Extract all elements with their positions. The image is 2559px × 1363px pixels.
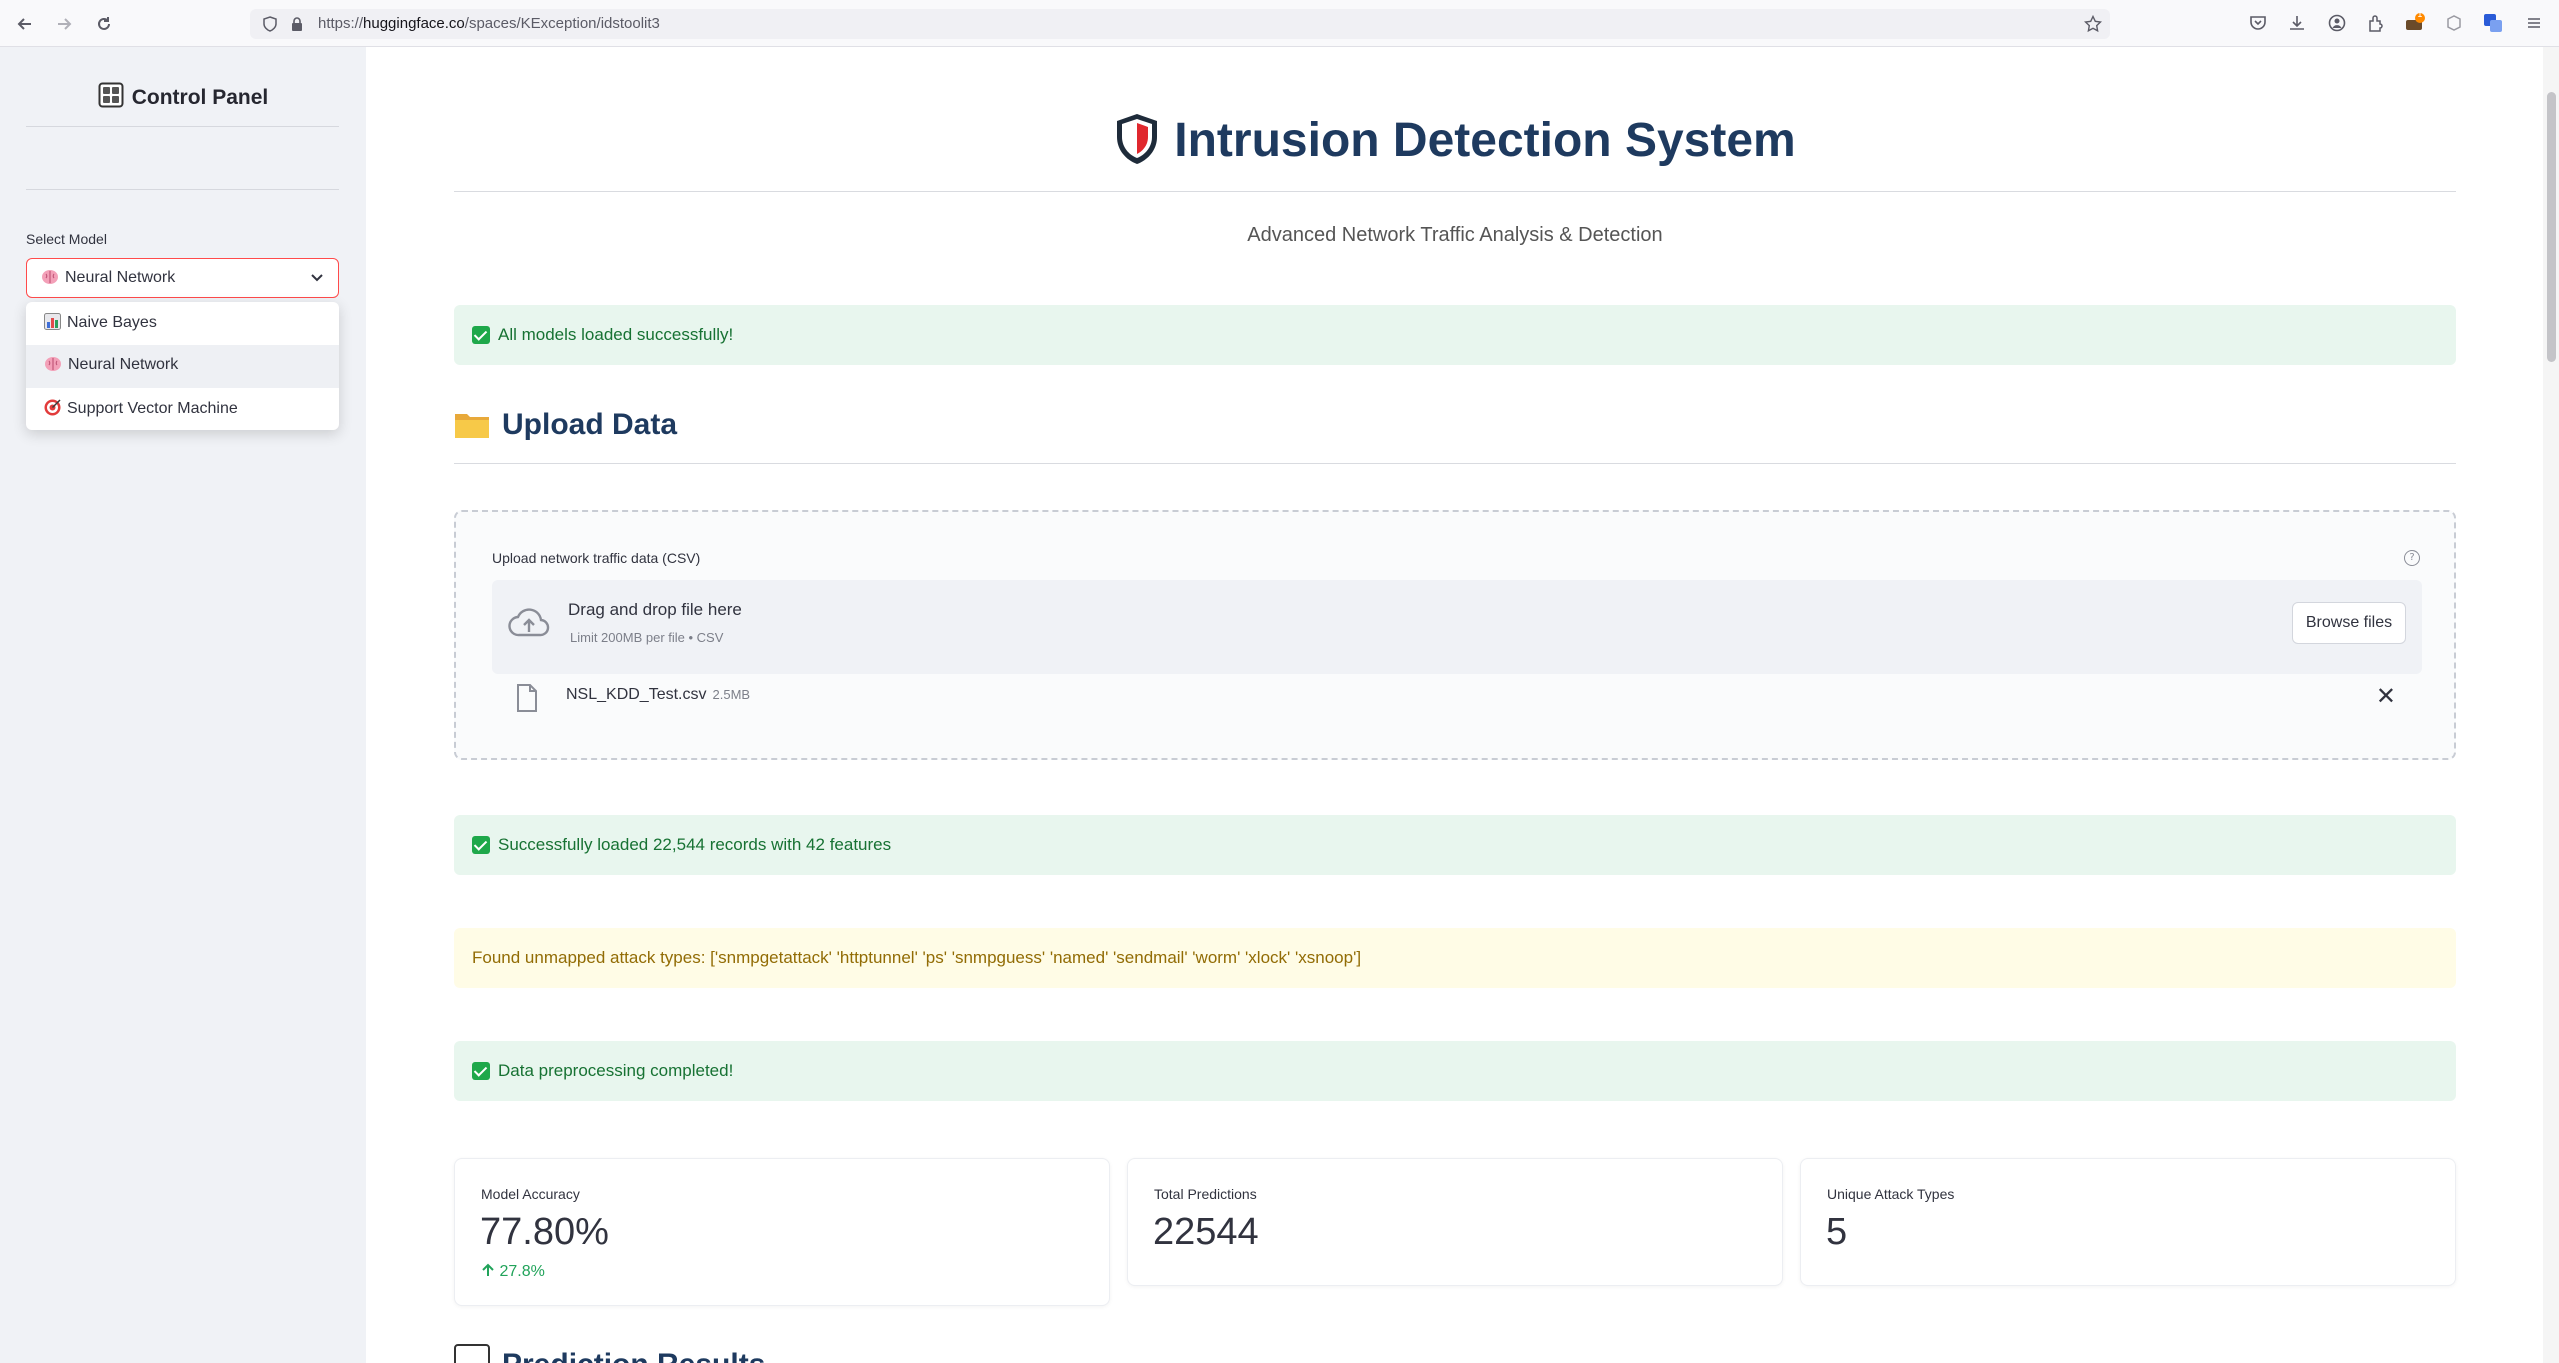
browse-files-button[interactable]: Browse files: [2292, 602, 2406, 644]
model-select[interactable]: Neural Network: [26, 258, 339, 298]
extension-badge-count: 1: [2417, 10, 2423, 20]
models-loaded-alert: All models loaded successfully!: [454, 305, 2456, 365]
records-loaded-alert: Successfully loaded 22,544 records with …: [454, 815, 2456, 875]
model-option-neural-network[interactable]: Neural Network: [26, 345, 339, 388]
account-icon[interactable]: [2326, 12, 2348, 34]
folder-icon: [455, 414, 489, 438]
metric-label: Total Predictions: [1154, 1186, 1257, 1202]
sidebar-title: Control Panel: [0, 82, 366, 110]
uploaded-file-name: NSL_KDD_Test.csv 2.5MB: [566, 686, 751, 703]
forward-button[interactable]: [51, 11, 77, 37]
check-icon: [472, 836, 490, 854]
metric-card-unique-attack-types: Unique Attack Types 5: [1800, 1158, 2456, 1286]
bookmark-star-icon[interactable]: [2083, 14, 2103, 37]
cloud-upload-icon: [508, 608, 550, 637]
model-dropdown-menu: Naive Bayes Neural Network Support Vecto…: [26, 302, 339, 430]
metric-value: 5: [1826, 1211, 1848, 1253]
drop-zone-limit: Limit 200MB per file • CSV: [570, 630, 724, 645]
control-knobs-icon: [98, 82, 124, 108]
tracking-protection-icon[interactable]: [262, 16, 278, 36]
metric-label: Unique Attack Types: [1827, 1186, 1955, 1202]
metric-card-total-predictions: Total Predictions 22544: [1127, 1158, 1783, 1286]
translate-icon[interactable]: [2482, 12, 2504, 34]
scrollbar-thumb[interactable]: [2547, 92, 2556, 362]
metric-value: 22544: [1153, 1211, 1259, 1253]
menu-icon[interactable]: [2523, 12, 2545, 34]
prediction-results-title: Prediction Results: [454, 1344, 765, 1363]
metric-delta: 27.8%: [481, 1263, 545, 1281]
metric-card-accuracy: Model Accuracy 77.80% 27.8%: [454, 1158, 1110, 1306]
section-divider: [454, 463, 2456, 464]
check-icon: [472, 326, 490, 344]
arrow-up-icon: [482, 1263, 494, 1276]
metric-value: 77.80%: [480, 1211, 609, 1253]
model-select-value: Neural Network: [41, 269, 175, 287]
lock-icon[interactable]: [290, 16, 304, 36]
page-subtitle: Advanced Network Traffic Analysis & Dete…: [1247, 224, 1663, 246]
drop-zone[interactable]: Drag and drop file here Limit 200MB per …: [492, 580, 2422, 674]
container-icon[interactable]: [2443, 12, 2465, 34]
help-icon[interactable]: ?: [2404, 550, 2420, 566]
model-option-naive-bayes[interactable]: Naive Bayes: [26, 302, 339, 345]
extensions-icon[interactable]: [2365, 12, 2387, 34]
brain-icon: [45, 357, 61, 371]
shield-icon: [1117, 114, 1158, 164]
file-icon: [517, 684, 537, 712]
uploaded-file-size: 2.5MB: [712, 687, 751, 702]
sidebar-divider: [26, 126, 339, 127]
extension-badge-icon[interactable]: 1: [2404, 10, 2426, 34]
preprocessing-alert: Data preprocessing completed!: [454, 1041, 2456, 1101]
back-button[interactable]: [12, 11, 38, 37]
reload-button[interactable]: [91, 11, 117, 37]
remove-file-icon[interactable]: ✕: [2376, 682, 2396, 710]
chart-icon: [454, 1344, 490, 1363]
select-model-label: Select Model: [26, 231, 107, 247]
sidebar-divider: [26, 189, 339, 190]
address-bar[interactable]: https://huggingface.co/spaces/KException…: [250, 9, 2110, 39]
pocket-icon[interactable]: [2247, 12, 2269, 34]
check-icon: [472, 1062, 490, 1080]
model-option-svm[interactable]: Support Vector Machine: [26, 388, 339, 431]
bar-chart-icon: [44, 313, 61, 330]
page-title: Intrusion Detection System: [454, 112, 2456, 168]
upload-section-title: Upload Data: [454, 408, 677, 442]
unmapped-attacks-warning: Found unmapped attack types: ['snmpgetat…: [454, 928, 2456, 988]
brain-icon: [42, 270, 58, 284]
browser-toolbar: https://huggingface.co/spaces/KException…: [0, 0, 2559, 47]
upload-label: Upload network traffic data (CSV): [492, 550, 701, 566]
chevron-down-icon[interactable]: [310, 271, 324, 285]
title-divider: [454, 191, 2456, 192]
file-uploader: Upload network traffic data (CSV) ? Drag…: [454, 510, 2456, 760]
drop-zone-text: Drag and drop file here: [568, 600, 742, 619]
downloads-icon[interactable]: [2286, 12, 2308, 34]
url-text[interactable]: https://huggingface.co/spaces/KException…: [318, 15, 660, 32]
target-icon: [44, 399, 61, 416]
metric-label: Model Accuracy: [481, 1186, 580, 1202]
